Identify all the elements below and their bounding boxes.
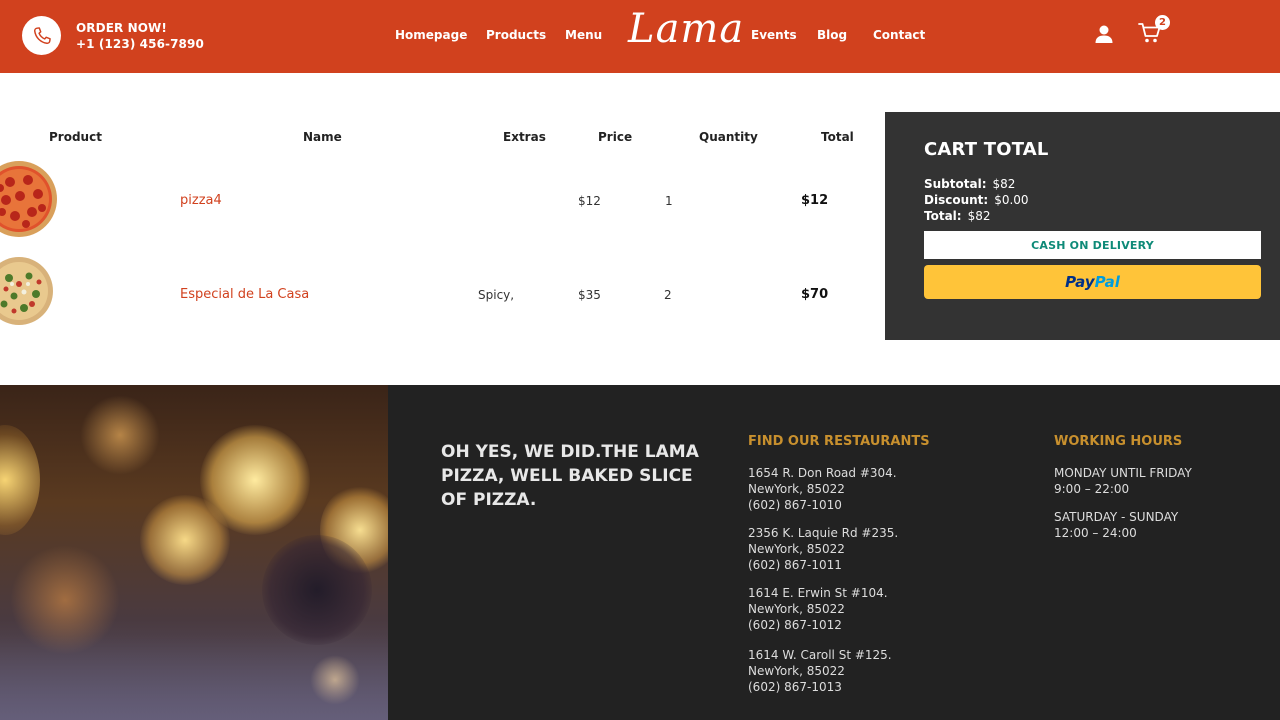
restaurant-address: 1654 R. Don Road #304. NewYork, 85022 (6… [748,466,897,512]
nav-link-contact[interactable]: Contact [873,28,925,42]
nav-link-blog[interactable]: Blog [817,28,847,42]
item-extras: Spicy, [478,288,515,302]
subtotal-value: $82 [992,177,1016,191]
header-product: Product [49,130,102,144]
working-hours-weekend: SATURDAY - SUNDAY 12:00 – 24:00 [1054,510,1179,540]
nav-link-menu[interactable]: Menu [565,28,602,42]
nav-link-events[interactable]: Events [751,28,797,42]
item-price: $12 [578,194,601,208]
cart-total-title: CART TOTAL [924,139,1049,160]
cart-total-panel: CART TOTAL Subtotal: $82 Discount: $0.00 T… [885,112,1280,340]
footer: OH YES, WE DID.THE LAMA PIZZA, WELL BAKE… [0,385,1280,720]
item-total: $12 [801,193,829,208]
header-name: Name [303,130,342,144]
total-label: Total: [924,209,962,223]
working-hours-heading: WORKING HOURS [1054,434,1183,449]
user-icon[interactable] [1094,24,1114,44]
phone-icon [33,26,51,44]
paypal-button[interactable]: Pay Pal [924,265,1261,299]
cash-on-delivery-button[interactable]: CASH ON DELIVERY [924,231,1261,259]
discount-label: Discount: [924,193,989,207]
footer-background-image [0,385,388,720]
header-quantity: Quantity [699,130,758,144]
item-quantity: 2 [664,288,672,302]
footer-motto: OH YES, WE DID.THE LAMA PIZZA, WELL BAKE… [441,442,699,510]
header-extras: Extras [503,130,546,144]
nav-link-homepage[interactable]: Homepage [395,28,467,42]
subtotal-label: Subtotal: [924,177,987,191]
item-name[interactable]: Especial de La Casa [180,287,309,302]
paypal-logo-pal: Pal [1094,273,1120,291]
order-now-label: ORDER NOW! [76,21,167,35]
pizza-especial-image [0,256,54,326]
item-quantity: 1 [665,194,673,208]
item-price: $35 [578,288,601,302]
header-price: Price [598,130,633,144]
restaurants-heading: FIND OUR RESTAURANTS [748,434,930,449]
logo[interactable]: Lama [628,6,744,52]
restaurant-address: 2356 K. Laquie Rd #235. NewYork, 85022 (… [748,526,899,572]
navbar: ORDER NOW! +1 (123) 456-7890 Homepage Pr… [0,0,1280,73]
paypal-logo-pay: Pay [1065,273,1095,291]
pizza-pepperoni-image [0,160,58,238]
restaurant-address: 1614 E. Erwin St #104. NewYork, 85022 (6… [748,586,888,632]
discount-value: $0.00 [994,193,1029,207]
phone-button[interactable] [22,16,61,55]
item-name[interactable]: pizza4 [180,193,222,208]
total-line: Total: $82 [924,208,991,224]
header-total: Total [821,130,854,144]
discount-line: Discount: $0.00 [924,192,1029,208]
order-info: ORDER NOW! +1 (123) 456-7890 [76,20,204,52]
cart-count-badge: 2 [1155,15,1170,30]
nav-link-products[interactable]: Products [486,28,546,42]
total-value: $82 [967,209,991,223]
restaurant-address: 1614 W. Caroll St #125. NewYork, 85022 (… [748,648,892,694]
item-total: $70 [801,287,829,302]
phone-number: +1 (123) 456-7890 [76,37,204,51]
working-hours-weekdays: MONDAY UNTIL FRIDAY 9:00 – 22:00 [1054,466,1192,496]
subtotal-line: Subtotal: $82 [924,176,1015,192]
